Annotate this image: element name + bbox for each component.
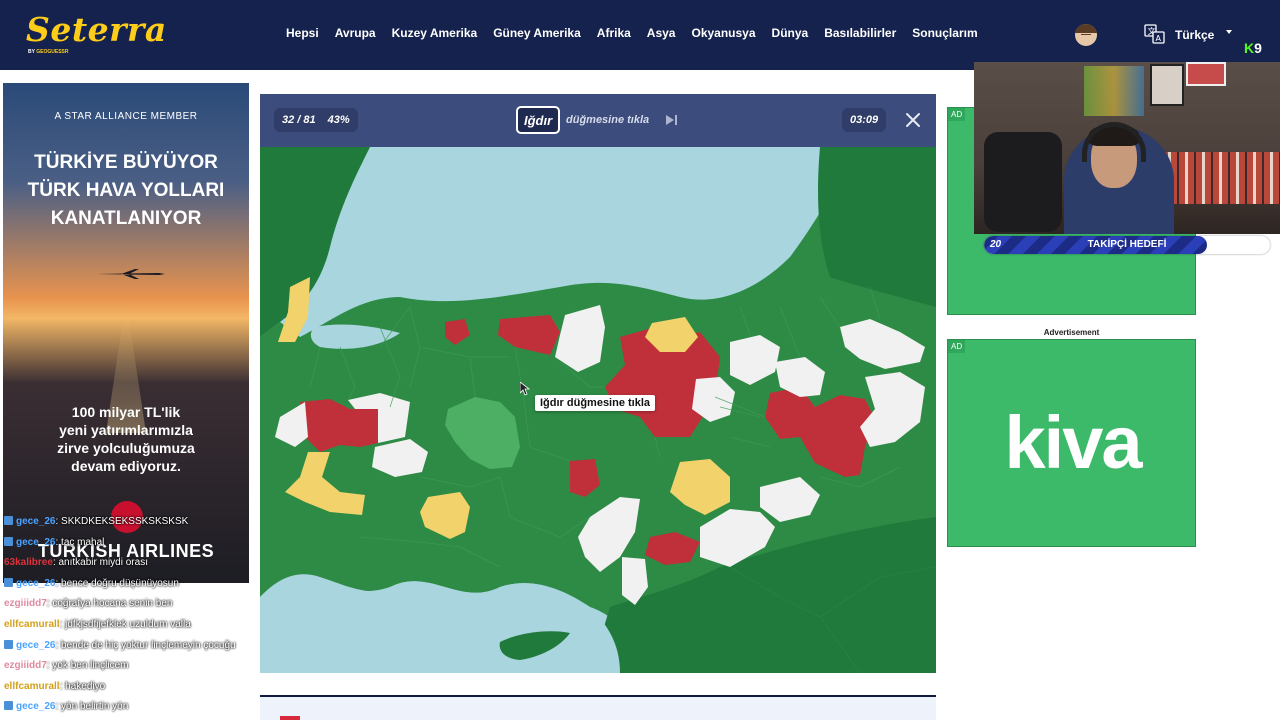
translate-icon[interactable]: 文A [1144,24,1166,44]
mouse-cursor-icon [520,382,530,396]
chat-username[interactable]: gece_26 [16,701,55,712]
nav-item-asya[interactable]: Asya [639,26,684,40]
chat-message-text: : anıtkabir miydi orası [52,557,148,569]
turkish-airlines-ad[interactable]: A STAR ALLIANCE MEMBER TÜRKİYE BÜYÜYOR T… [3,83,249,583]
progress-percent: 43% [327,114,350,126]
svg-text:A: A [1156,34,1162,43]
top-navbar: Seterra BY GEOGUESSR Hepsi Avrupa Kuzey … [0,0,1280,70]
main-nav: Hepsi Avrupa Kuzey Amerika Güney Amerika… [278,26,986,40]
black-sea [330,147,814,300]
chat-message: gece_26: yön belirtin yön [4,699,274,720]
chat-username[interactable]: ezgiiidd7 [4,598,47,609]
game-header: 32 / 81 43% Iğdır düğmesine tıkla 03:09 [260,94,936,147]
timer: 03:09 [850,114,879,126]
kiva-ad[interactable]: AD kiva [947,339,1196,547]
chat-message: gece_26: taç mahal [4,535,274,556]
chat-username[interactable]: gece_26 [16,516,55,527]
below-map-panel [260,697,936,720]
nav-item-afrika[interactable]: Afrika [589,26,639,40]
chat-message-text: : bende de hiç yoktur linçlemeyin çocuğu [55,639,236,651]
nav-item-avrupa[interactable]: Avrupa [327,26,384,40]
streamer-webcam [974,62,1280,234]
nav-item-okyanusya[interactable]: Okyanusya [683,26,763,40]
chat-username[interactable]: ezgiiidd7 [4,660,47,671]
nav-item-guney-amerika[interactable]: Güney Amerika [485,26,589,40]
chevron-down-icon[interactable] [1226,30,1232,34]
ad-headline: TÜRKİYE BÜYÜYOR TÜRK HAVA YOLLARI KANATL… [27,152,225,229]
chat-message-text: : bence doğru düşünüyosun [55,577,179,589]
red-accent [280,716,300,720]
follower-goal-label: TAKİPÇİ HEDEFİ [1087,239,1167,250]
chat-message-text: : taç mahal [55,536,105,548]
chair [984,132,1062,232]
chat-message-text: : coğrafya hocana senin ben [46,598,173,610]
avatar-hair [1075,24,1097,33]
map-tooltip: Iğdır düğmesine tıkla [535,395,656,411]
close-icon[interactable] [904,111,922,129]
progress-pill: 32 / 81 43% [274,108,358,132]
follower-goal-target: 25 [1252,239,1264,250]
ad-tag: AD [948,108,966,121]
subscriber-badge-icon [4,577,13,587]
chat-message: ezgiiidd7: yok ben linçlicem [4,658,274,679]
user-avatar[interactable] [1075,24,1097,46]
stream-chat: gece_26: SKKDKEKSEKSSKSKSKSK gece_26: taç… [4,514,274,720]
chat-message-text: : SKKDKEKSEKSSKSKSKSK [55,516,189,527]
chat-message-text: : hakediyo [59,680,106,692]
nav-item-hepsi[interactable]: Hepsi [278,26,327,40]
chat-message: gece_26: bence doğru düşünüyosun [4,576,274,597]
chat-username[interactable]: ellfcamurall [4,619,60,630]
ad-body: 100 milyar TL'lik yeni yatırımlarımızla … [57,404,195,474]
chat-message: ellfcamurall: jdfkjsdfijefklek uzuldum v… [4,617,274,638]
logo-subtitle: BY GEOGUESSR [28,49,69,55]
chat-message: gece_26: bende de hiç yoktur linçlemeyin… [4,638,274,659]
chat-message: ezgiiidd7: coğrafya hocana senin ben [4,596,274,617]
chat-username[interactable]: gece_26 [16,578,55,589]
target-province: Iğdır [516,106,561,134]
chat-message: 63kalibree: anıtkabir miydi orası [4,555,274,576]
nav-item-dunya[interactable]: Dünya [764,26,817,40]
kick-badge: K9 [1244,40,1262,56]
ad-member-text: A STAR ALLIANCE MEMBER [54,111,198,122]
nav-item-sonuclarim[interactable]: Sonuçlarım [904,26,985,40]
chat-username[interactable]: ellfcamurall [4,681,60,692]
avatar-face [1081,34,1091,37]
nav-item-basilabilirler[interactable]: Basılabilirler [816,26,904,40]
chat-message-text: : yok ben linçlicem [46,660,129,672]
chat-message-text: : yön belirtin yön [55,701,129,713]
progress-count: 32 / 81 [282,114,316,126]
advertisement-label: Advertisement [1043,328,1100,337]
instruction-text: düğmesine tıkla [566,114,650,126]
logo-text: Seterra [26,10,167,49]
kiva-logo: kiva [1004,401,1142,484]
wall-frame [1150,64,1184,106]
airplane-icon [97,269,165,279]
chat-message-text: : jdfkjsdfijefklek uzuldum valla [59,618,191,630]
skip-icon[interactable] [664,113,678,127]
subscriber-badge-icon [4,701,13,711]
timer-pill: 03:09 [842,108,887,132]
subscriber-badge-icon [4,516,13,525]
chat-message: gece_26: SKKDKEKSEKSSKSKSKSK [4,514,274,535]
nav-item-kuzey-amerika[interactable]: Kuzey Amerika [384,26,486,40]
quiz-game-panel: 32 / 81 43% Iğdır düğmesine tıkla 03:09 [260,94,936,673]
chat-username[interactable]: gece_26 [16,537,55,548]
chat-message: ellfcamurall: hakediyo [4,679,274,700]
wall-frame [1186,62,1226,86]
seterra-logo[interactable]: Seterra BY GEOGUESSR [26,10,167,60]
follower-goal-bar: 20 TAKİPÇİ HEDEFİ 25 [984,236,1270,254]
subscriber-badge-icon [4,639,13,649]
ad-tag: AD [948,340,966,353]
bed [1162,152,1280,204]
chat-username[interactable]: 63kalibree [4,557,53,568]
subscriber-badge-icon [4,536,13,546]
wall-poster [1084,66,1144,116]
language-selector[interactable]: Türkçe [1175,28,1214,42]
chat-username[interactable]: gece_26 [16,640,55,651]
